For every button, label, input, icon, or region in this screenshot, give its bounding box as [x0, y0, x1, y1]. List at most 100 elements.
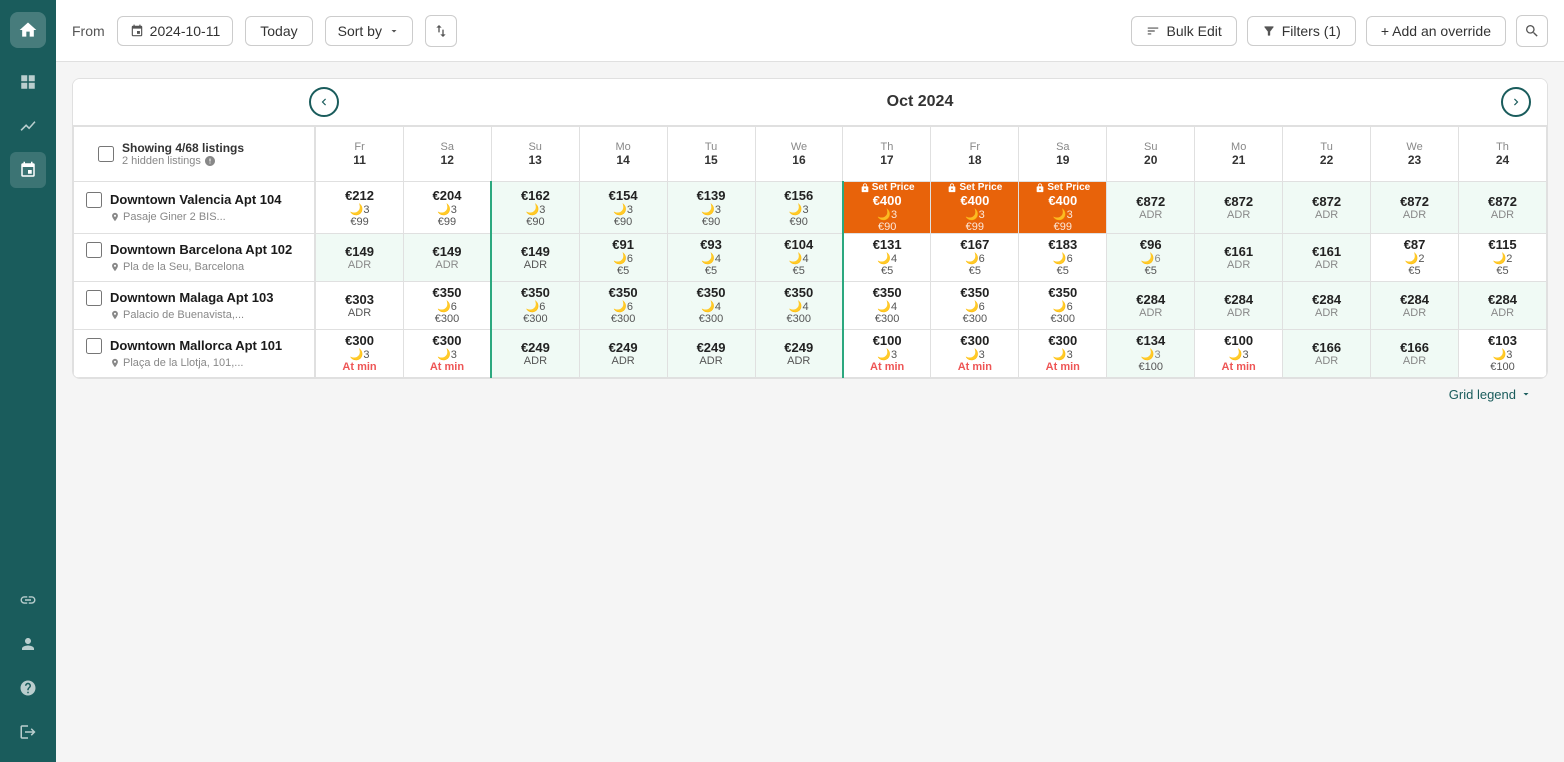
sidebar-icon-analytics[interactable]	[10, 108, 46, 144]
listing-name-valencia-104: Downtown Valencia Apt 104	[110, 192, 281, 209]
price-cell-malaga-103-5[interactable]: €350 🌙4 €300	[755, 281, 843, 329]
price-cell-valencia-104-8[interactable]: Set Price €400 🌙3 €99	[1019, 182, 1107, 234]
filters-button[interactable]: Filters (1)	[1247, 16, 1356, 46]
price-cell-mallorca-101-6[interactable]: €100 🌙3 At min	[843, 329, 931, 377]
price-cell-valencia-104-7[interactable]: Set Price €400 🌙3 €99	[931, 182, 1019, 234]
search-button[interactable]	[1516, 15, 1548, 47]
price-cell-valencia-104-5[interactable]: €156 🌙3 €90	[755, 182, 843, 234]
price-cell-mallorca-101-12[interactable]: €166 ADR	[1371, 329, 1459, 377]
price-cell-malaga-103-0[interactable]: €303 ADR	[315, 281, 403, 329]
sidebar-icon-logout[interactable]	[10, 714, 46, 750]
table-row: Downtown Valencia Apt 104 Pasaje Giner 2…	[74, 182, 1547, 234]
price-cell-valencia-104-1[interactable]: €204 🌙3 €99	[403, 182, 491, 234]
price-cell-malaga-103-10[interactable]: €284 ADR	[1195, 281, 1283, 329]
select-all-checkbox[interactable]	[98, 146, 114, 162]
listing-name-malaga-103: Downtown Malaga Apt 103	[110, 290, 273, 307]
price-cell-mallorca-101-7[interactable]: €300 🌙3 At min	[931, 329, 1019, 377]
price-cell-malaga-103-3[interactable]: €350 🌙6 €300	[579, 281, 667, 329]
listing-cell-barcelona-102: Downtown Barcelona Apt 102 Pla de la Seu…	[74, 234, 316, 282]
price-cell-valencia-104-9[interactable]: €872 ADR	[1107, 182, 1195, 234]
price-cell-valencia-104-10[interactable]: €872 ADR	[1195, 182, 1283, 234]
listing-column-header: Showing 4/68 listings 2 hidden listings	[74, 127, 316, 182]
price-cell-barcelona-102-1[interactable]: €149 ADR	[403, 234, 491, 282]
date-picker-button[interactable]: 2024-10-11	[117, 16, 234, 46]
prev-month-button[interactable]	[309, 87, 339, 117]
price-cell-malaga-103-1[interactable]: €350 🌙6 €300	[403, 281, 491, 329]
price-cell-valencia-104-11[interactable]: €872 ADR	[1283, 182, 1371, 234]
price-cell-mallorca-101-11[interactable]: €166 ADR	[1283, 329, 1371, 377]
listing-address-malaga-103: Palacio de Buenavista,...	[110, 309, 273, 321]
price-cell-valencia-104-2[interactable]: €162 🌙3 €90	[491, 182, 579, 234]
from-label: From	[72, 23, 105, 39]
price-cell-malaga-103-8[interactable]: €350 🌙6 €300	[1019, 281, 1107, 329]
listing-name-mallorca-101: Downtown Mallorca Apt 101	[110, 338, 282, 355]
row-checkbox-valencia-104[interactable]	[86, 192, 102, 208]
add-override-button[interactable]: + Add an override	[1366, 16, 1506, 46]
price-cell-mallorca-101-9[interactable]: €134 🌙3 €100	[1107, 329, 1195, 377]
sidebar-icon-grid[interactable]	[10, 64, 46, 100]
price-cell-mallorca-101-4[interactable]: €249 ADR	[667, 329, 755, 377]
listing-address-barcelona-102: Pla de la Seu, Barcelona	[110, 261, 292, 273]
sidebar-icon-calendar[interactable]	[10, 152, 46, 188]
price-cell-barcelona-102-6[interactable]: €131 🌙4 €5	[843, 234, 931, 282]
price-cell-malaga-103-12[interactable]: €284 ADR	[1371, 281, 1459, 329]
price-cell-mallorca-101-8[interactable]: €300 🌙3 At min	[1019, 329, 1107, 377]
price-cell-barcelona-102-5[interactable]: €104 🌙4 €5	[755, 234, 843, 282]
next-month-button[interactable]	[1501, 87, 1531, 117]
price-cell-barcelona-102-8[interactable]: €183 🌙6 €5	[1019, 234, 1107, 282]
price-cell-malaga-103-6[interactable]: €350 🌙4 €300	[843, 281, 931, 329]
price-cell-valencia-104-13[interactable]: €872 ADR	[1459, 182, 1547, 234]
listing-cell-mallorca-101: Downtown Mallorca Apt 101 Plaça de la Ll…	[74, 329, 316, 377]
row-checkbox-mallorca-101[interactable]	[86, 338, 102, 354]
listing-cell-malaga-103: Downtown Malaga Apt 103 Palacio de Buena…	[74, 281, 316, 329]
price-cell-mallorca-101-10[interactable]: €100 🌙3 At min	[1195, 329, 1283, 377]
price-cell-mallorca-101-1[interactable]: €300 🌙3 At min	[403, 329, 491, 377]
day-header-12: Sa12	[403, 127, 491, 182]
price-cell-barcelona-102-10[interactable]: €161 ADR	[1195, 234, 1283, 282]
price-cell-malaga-103-4[interactable]: €350 🌙4 €300	[667, 281, 755, 329]
sidebar-icon-user[interactable]	[10, 626, 46, 662]
today-button[interactable]: Today	[245, 16, 312, 46]
price-cell-barcelona-102-4[interactable]: €93 🌙4 €5	[667, 234, 755, 282]
topbar-right: Bulk Edit Filters (1) + Add an override	[1131, 15, 1548, 47]
grid-legend-label: Grid legend	[1449, 387, 1516, 402]
sort-by-button[interactable]: Sort by	[325, 16, 413, 46]
price-cell-mallorca-101-0[interactable]: €300 🌙3 At min	[315, 329, 403, 377]
listing-count: Showing 4/68 listings	[122, 141, 244, 155]
sidebar-icon-link[interactable]	[10, 582, 46, 618]
price-cell-malaga-103-2[interactable]: €350 🌙6 €300	[491, 281, 579, 329]
grid-legend-button[interactable]: Grid legend	[1449, 387, 1532, 402]
price-cell-mallorca-101-2[interactable]: €249 ADR	[491, 329, 579, 377]
swap-direction-button[interactable]	[425, 15, 457, 47]
bulk-edit-label: Bulk Edit	[1166, 23, 1221, 39]
app-logo[interactable]	[10, 12, 46, 48]
price-cell-barcelona-102-11[interactable]: €161 ADR	[1283, 234, 1371, 282]
day-header-23: We23	[1371, 127, 1459, 182]
bulk-edit-button[interactable]: Bulk Edit	[1131, 16, 1236, 46]
price-cell-malaga-103-7[interactable]: €350 🌙6 €300	[931, 281, 1019, 329]
row-checkbox-barcelona-102[interactable]	[86, 242, 102, 258]
sidebar-icon-help[interactable]	[10, 670, 46, 706]
price-cell-barcelona-102-7[interactable]: €167 🌙6 €5	[931, 234, 1019, 282]
price-cell-barcelona-102-3[interactable]: €91 🌙6 €5	[579, 234, 667, 282]
row-checkbox-malaga-103[interactable]	[86, 290, 102, 306]
price-cell-malaga-103-11[interactable]: €284 ADR	[1283, 281, 1371, 329]
price-cell-mallorca-101-3[interactable]: €249 ADR	[579, 329, 667, 377]
price-cell-barcelona-102-0[interactable]: €149 ADR	[315, 234, 403, 282]
price-cell-malaga-103-13[interactable]: €284 ADR	[1459, 281, 1547, 329]
price-cell-barcelona-102-13[interactable]: €115 🌙2 €5	[1459, 234, 1547, 282]
price-cell-barcelona-102-12[interactable]: €87 🌙2 €5	[1371, 234, 1459, 282]
price-cell-mallorca-101-13[interactable]: €103 🌙3 €100	[1459, 329, 1547, 377]
table-row: Downtown Barcelona Apt 102 Pla de la Seu…	[74, 234, 1547, 282]
price-cell-valencia-104-0[interactable]: €212 🌙3 €99	[315, 182, 403, 234]
price-cell-valencia-104-12[interactable]: €872 ADR	[1371, 182, 1459, 234]
day-header-24: Th24	[1459, 127, 1547, 182]
date-value: 2024-10-11	[150, 23, 221, 39]
price-cell-valencia-104-3[interactable]: €154 🌙3 €90	[579, 182, 667, 234]
price-cell-mallorca-101-5[interactable]: €249 ADR	[755, 329, 843, 377]
price-cell-barcelona-102-2[interactable]: €149 ADR	[491, 234, 579, 282]
price-cell-valencia-104-4[interactable]: €139 🌙3 €90	[667, 182, 755, 234]
price-cell-barcelona-102-9[interactable]: €96 🌙6 €5	[1107, 234, 1195, 282]
price-cell-malaga-103-9[interactable]: €284 ADR	[1107, 281, 1195, 329]
price-cell-valencia-104-6[interactable]: Set Price €400 🌙3 €90	[843, 182, 931, 234]
